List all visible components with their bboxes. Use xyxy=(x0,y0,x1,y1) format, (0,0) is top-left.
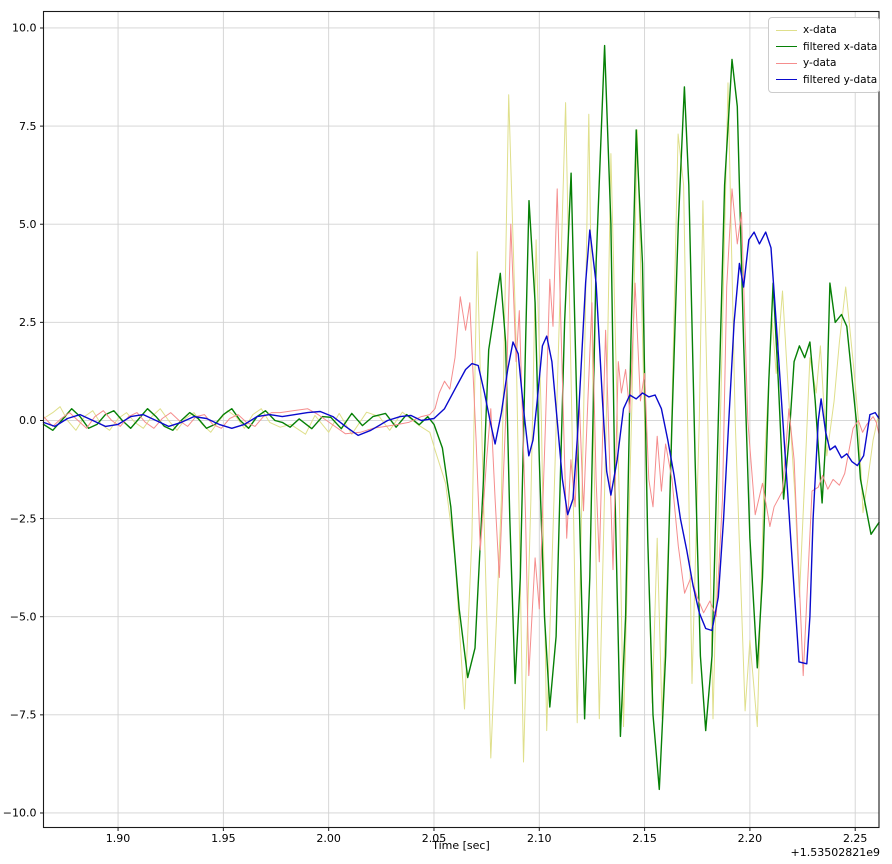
chart-canvas: 1.90 1.95 2.00 2.05 2.10 2.15 2.20 2.25−10.0−7.… xyxy=(3,10,880,859)
x-tick-label: 2.00 xyxy=(316,832,341,845)
y-tick-label: −7.5 xyxy=(10,709,37,722)
y-tick-label: −2.5 xyxy=(10,512,37,525)
grid-layer xyxy=(43,11,879,828)
legend-item: x-data xyxy=(776,22,871,39)
y-tick-label: 2.5 xyxy=(19,316,37,329)
series-line-filtered-x-data xyxy=(42,44,880,791)
series-layer xyxy=(42,44,880,791)
legend-item: y-data xyxy=(776,55,871,72)
legend-line-swatch xyxy=(776,79,797,81)
legend-label: filtered x-data xyxy=(803,40,878,53)
y-tick-label: 7.5 xyxy=(19,120,37,133)
x-axis-label: Time [sec] xyxy=(431,839,490,852)
legend-item: filtered y-data xyxy=(776,72,877,89)
x-tick-label: 2.20 xyxy=(738,832,763,845)
legend-label: y-data xyxy=(803,57,837,70)
legend-line-swatch xyxy=(776,46,797,48)
y-tick-label: −10.0 xyxy=(3,807,37,820)
y-tick-label: 0.0 xyxy=(19,414,37,427)
y-tick-label: −5.0 xyxy=(10,610,37,623)
series-line-x-data xyxy=(43,82,880,763)
legend-line-swatch xyxy=(776,62,797,64)
legend-label: x-data xyxy=(803,24,837,37)
legend-item: filtered x-data xyxy=(776,39,877,56)
plot-area-border xyxy=(42,10,880,829)
matplotlib-figure: 1.90 1.95 2.00 2.05 2.10 2.15 2.20 2.25 −10.0 −7.… xyxy=(0,0,892,864)
x-axis-offset-label: +1.53502821e9 xyxy=(791,846,880,859)
x-tick-label: 2.25 xyxy=(843,832,868,845)
x-tick-label: 1.95 xyxy=(211,832,236,845)
y-tick-label: 5.0 xyxy=(19,218,37,231)
x-tick-label: 1.90 xyxy=(106,832,131,845)
legend-label: filtered y-data xyxy=(803,73,878,86)
y-tick-label: 10.0 xyxy=(12,22,37,35)
x-tick-label: 2.10 xyxy=(527,832,552,845)
x-tick-label: 2.15 xyxy=(632,832,657,845)
legend-line-swatch xyxy=(776,29,797,31)
legend: x-data filtered x-data y-data filtered y-da… xyxy=(768,17,880,93)
